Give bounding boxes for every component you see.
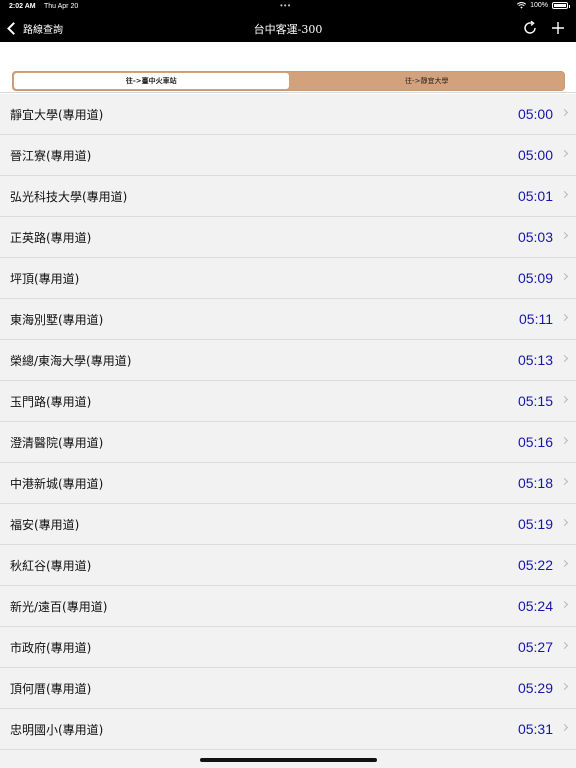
status-date: Thu Apr 20 — [44, 3, 79, 10]
stop-time: 05:03 — [517, 229, 553, 245]
list-item[interactable]: 榮總/東海大學(專用道) 05:13 — [0, 340, 576, 381]
status-bar: 2:02 AM Thu Apr 20 ••• 100% — [0, 0, 576, 14]
chevron-right-icon — [560, 395, 569, 404]
status-right: 100% — [517, 2, 570, 9]
battery-icon — [552, 2, 570, 9]
list-item[interactable]: 頂何厝(專用道) 05:29 — [0, 668, 576, 709]
chevron-right-icon — [560, 559, 569, 568]
segment-to-taichung-station[interactable]: 往->臺中火車站 — [14, 73, 289, 89]
wifi-icon — [517, 2, 527, 9]
stop-name: 澄清醫院(專用道) — [10, 436, 104, 450]
list-item[interactable]: 靜宜大學(專用道) 05:00 — [0, 94, 576, 135]
stop-time: 05:22 — [517, 557, 553, 573]
stop-time: 05:16 — [517, 434, 553, 450]
stop-name: 玉門路(專用道) — [10, 395, 92, 409]
chevron-right-icon — [560, 190, 569, 199]
chevron-right-icon — [560, 477, 569, 486]
stop-name: 弘光科技大學(專用道) — [10, 190, 128, 204]
list-item[interactable]: 中港新城(專用道) 05:18 — [0, 463, 576, 504]
stop-time: 05:15 — [517, 393, 553, 409]
stop-time: 05:01 — [517, 188, 553, 204]
stop-name: 靜宜大學(專用道) — [10, 108, 104, 122]
stop-name: 正英路(專用道) — [10, 231, 92, 245]
stop-time: 05:09 — [517, 270, 553, 286]
stop-time: 05:24 — [517, 598, 553, 614]
stop-name: 新光/遠百(專用道) — [10, 600, 108, 614]
chevron-right-icon — [560, 641, 569, 650]
list-item[interactable]: 玉門路(專用道) 05:15 — [0, 381, 576, 422]
direction-segmented-control: 往->臺中火車站 往->靜宜大學 — [12, 71, 565, 91]
list-item[interactable]: 忠明國小(專用道) 05:31 — [0, 709, 576, 750]
stop-name: 忠明國小(專用道) — [10, 723, 104, 737]
stop-name: 中港新城(專用道) — [10, 477, 104, 491]
chevron-right-icon — [560, 272, 569, 281]
stop-time: 05:00 — [517, 106, 553, 122]
navigation-bar: 路線查詢 台中客運-300 — [0, 14, 576, 42]
chevron-right-icon — [560, 231, 569, 240]
stop-name: 福安(專用道) — [10, 518, 80, 532]
stop-time: 05:00 — [517, 147, 553, 163]
add-icon[interactable] — [550, 20, 566, 36]
chevron-right-icon — [560, 313, 569, 322]
list-item[interactable]: 正英路(專用道) 05:03 — [0, 217, 576, 258]
list-item[interactable]: 坪頂(專用道) 05:09 — [0, 258, 576, 299]
stop-list[interactable]: 靜宜大學(專用道) 05:00 晉江寮(專用道) 05:00 弘光科技大學(專用… — [0, 94, 576, 768]
stop-time: 05:27 — [517, 639, 553, 655]
list-item[interactable]: 市政府(專用道) 05:27 — [0, 627, 576, 668]
stop-name: 東海別墅(專用道) — [10, 313, 104, 327]
list-item[interactable]: 福安(專用道) 05:19 — [0, 504, 576, 545]
multitasking-dots-icon[interactable]: ••• — [280, 1, 291, 10]
chevron-right-icon — [560, 354, 569, 363]
page-title: 台中客運-300 — [253, 23, 323, 36]
list-item[interactable]: 澄清醫院(專用道) 05:16 — [0, 422, 576, 463]
chevron-right-icon — [560, 600, 569, 609]
chevron-right-icon — [560, 436, 569, 445]
list-item[interactable]: 秋紅谷(專用道) 05:22 — [0, 545, 576, 586]
battery-percent: 100% — [530, 2, 548, 9]
chevron-right-icon — [560, 108, 569, 117]
chevron-right-icon — [560, 682, 569, 691]
segment-to-providence-university[interactable]: 往->靜宜大學 — [290, 72, 565, 90]
stop-name: 坪頂(專用道) — [10, 272, 80, 286]
stop-name: 秋紅谷(專用道) — [10, 559, 92, 573]
chevron-right-icon — [560, 723, 569, 732]
stop-time: 05:29 — [517, 680, 553, 696]
stop-time: 05:19 — [517, 516, 553, 532]
refresh-icon[interactable] — [522, 20, 538, 36]
stop-name: 榮總/東海大學(專用道) — [10, 354, 132, 368]
stop-time: 05:18 — [517, 475, 553, 491]
stop-time: 05:13 — [517, 352, 553, 368]
status-time: 2:02 AM — [9, 3, 36, 10]
stop-time: 05:11 — [519, 311, 553, 327]
stop-name: 市政府(專用道) — [10, 641, 92, 655]
list-item[interactable]: 晉江寮(專用道) 05:00 — [0, 135, 576, 176]
stop-time: 05:31 — [517, 721, 553, 737]
chevron-right-icon — [560, 149, 569, 158]
chevron-right-icon — [560, 518, 569, 527]
segment-area: 往->臺中火車站 往->靜宜大學 — [0, 42, 576, 93]
stop-name: 晉江寮(專用道) — [10, 149, 92, 163]
list-item[interactable]: 弘光科技大學(專用道) 05:01 — [0, 176, 576, 217]
list-item[interactable]: 新光/遠百(專用道) 05:24 — [0, 586, 576, 627]
home-indicator[interactable] — [200, 758, 377, 762]
list-item[interactable]: 東海別墅(專用道) 05:11 — [0, 299, 576, 340]
stop-name: 頂何厝(專用道) — [10, 682, 92, 696]
